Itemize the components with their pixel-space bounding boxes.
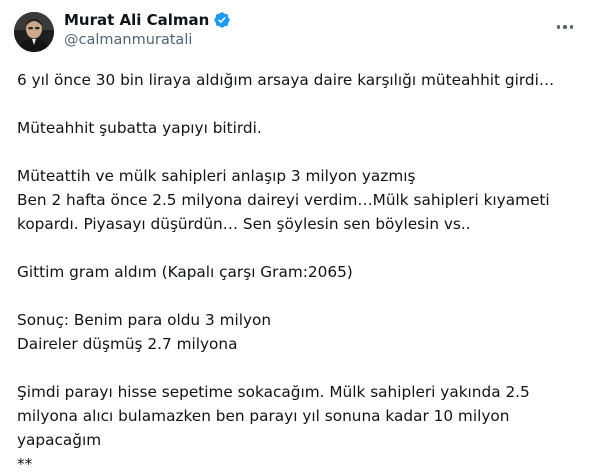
- tweet-paragraph-6: Şimdi parayı hisse sepetime sokacağım. M…: [17, 383, 530, 473]
- tweet-paragraph-4: Gittim gram aldım (Kapalı çarşı Gram:206…: [17, 263, 353, 281]
- tweet-paragraph-3: Müteattih ve mülk sahipleri anlaşıp 3 mi…: [17, 167, 550, 233]
- name-row: Murat Ali Calman: [64, 10, 231, 30]
- tweet-paragraph-2: Müteahhit şubatta yapıyı bitirdi.: [17, 119, 262, 137]
- author-names: Murat Ali Calman @calmanmuratali: [64, 10, 231, 50]
- tweet-paragraph-5: Sonuç: Benim para oldu 3 milyon Daireler…: [17, 311, 272, 353]
- avatar[interactable]: [14, 12, 54, 52]
- more-options-button[interactable]: [550, 12, 580, 42]
- tweet-paragraph-1: 6 yıl önce 30 bin liraya aldığım arsaya …: [17, 71, 555, 89]
- verified-badge-icon: [213, 11, 231, 29]
- tweet-text: 6 yıl önce 30 bin liraya aldığım arsaya …: [17, 68, 577, 476]
- avatar-image: [14, 12, 54, 52]
- more-horizontal-icon: [555, 25, 575, 29]
- tweet-card: Murat Ali Calman @calmanmuratali 6 yıl ö…: [0, 0, 602, 476]
- author-display-name[interactable]: Murat Ali Calman: [64, 10, 209, 30]
- tweet-header: Murat Ali Calman @calmanmuratali: [14, 10, 592, 58]
- author-handle[interactable]: @calmanmuratali: [64, 30, 231, 50]
